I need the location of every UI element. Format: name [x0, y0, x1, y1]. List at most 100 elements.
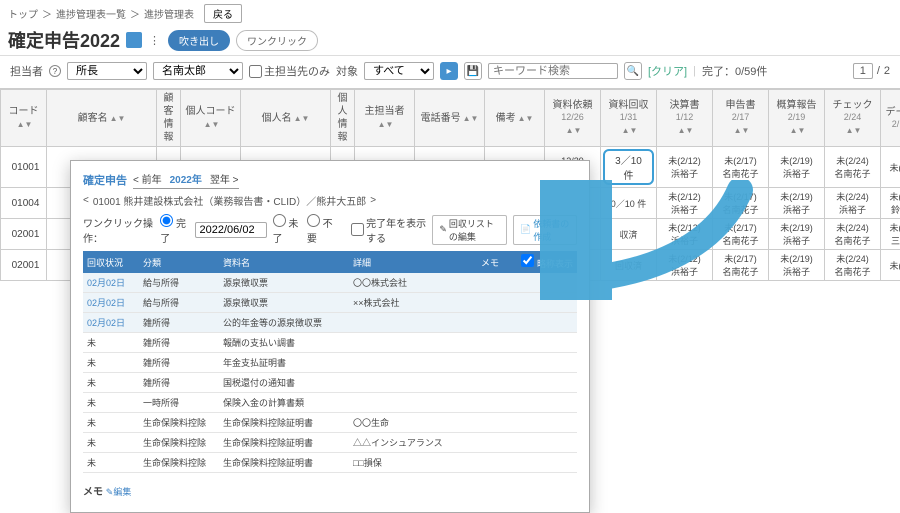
cell-task[interactable]: 3／10 件 [601, 147, 657, 188]
sort-icon[interactable]: ▲▼ [463, 114, 479, 124]
cell-code[interactable]: 01001 [1, 147, 47, 188]
clear-link[interactable]: [クリア] [648, 63, 687, 79]
sort-icon[interactable]: ▲▼ [294, 114, 310, 124]
recovery-row[interactable]: 02月02日雑所得公的年金等の源泉徴収票 [83, 313, 577, 333]
recov-status[interactable]: 未 [83, 333, 139, 353]
recov-memo[interactable] [477, 333, 517, 353]
sort-icon[interactable]: ▲▼ [518, 114, 534, 124]
recov-status[interactable]: 未 [83, 393, 139, 413]
recov-status[interactable]: 02月02日 [83, 293, 139, 313]
cell-task[interactable]: 未(2/17)名南花子 [713, 250, 769, 281]
cell-task[interactable]: 未(2/24)名南花子 [825, 250, 881, 281]
col-report[interactable]: 決算書1/12▲▼ [657, 90, 713, 147]
cell-task[interactable]: 未(2/19)浜裕子 [769, 250, 825, 281]
back-button[interactable]: 戻る [204, 4, 242, 23]
cell-task[interactable]: 未(2/19)浜裕子 [769, 147, 825, 188]
col-note[interactable]: 備考▲▼ [485, 90, 545, 147]
recovery-row[interactable]: 02月02日給与所得源泉徴収票〇〇株式会社 [83, 273, 577, 293]
recovery-row[interactable]: 未生命保険料控除生命保険料控除証明書〇〇生命 [83, 413, 577, 433]
cell-code[interactable]: 02001 [1, 250, 47, 281]
cell-code[interactable]: 02001 [1, 219, 47, 250]
recov-memo[interactable] [477, 393, 517, 413]
main-only-checkbox-input[interactable] [249, 65, 262, 78]
cell-task[interactable]: 未(2/12)浜裕子 [657, 219, 713, 250]
cell-task[interactable]: 回収済 [601, 250, 657, 281]
save-filter-button[interactable]: 💾 [464, 62, 482, 80]
recovery-row[interactable]: 未一時所得保険入金の計算書類 [83, 393, 577, 413]
recov-memo[interactable] [477, 433, 517, 453]
staff-select[interactable]: 名南太郎 [153, 62, 243, 80]
col-estimate[interactable]: 概算報告2/19▲▼ [769, 90, 825, 147]
recov-memo[interactable] [477, 453, 517, 473]
recov-status[interactable]: 未 [83, 353, 139, 373]
recov-status[interactable]: 未 [83, 413, 139, 433]
cell-task[interactable]: 未(2/17)名南花子 [713, 188, 769, 219]
radio-done[interactable]: 完了 [160, 214, 188, 245]
col-recov[interactable]: 資料回収1/31▲▼ [601, 90, 657, 147]
cell-task[interactable]: 未(三 [881, 219, 900, 250]
recov-memo[interactable] [477, 293, 517, 313]
col-pcode[interactable]: 個人コード▲▼ [181, 90, 241, 147]
prev-year-tab[interactable]: < 前年 [133, 171, 162, 186]
cell-task[interactable]: 未(2/17)名南花子 [713, 219, 769, 250]
col-custname[interactable]: 顧客名▲▼ [47, 90, 157, 147]
recov-memo[interactable] [477, 353, 517, 373]
recovery-row[interactable]: 未雑所得年金支払証明書 [83, 353, 577, 373]
cell-task[interactable]: 収済 [601, 219, 657, 250]
next-year-tab[interactable]: 翌年 > [210, 171, 239, 186]
search-input[interactable] [488, 63, 618, 79]
recov-memo[interactable] [477, 273, 517, 293]
memo-edit-link[interactable]: ✎編集 [106, 487, 132, 497]
main-only-checkbox[interactable]: 主担当先のみ [249, 63, 330, 79]
cell-task[interactable]: 未(2/19)浜裕子 [769, 219, 825, 250]
cell-task[interactable]: 未( [881, 147, 900, 188]
pop-th-abbrev[interactable]: 略称表示 [517, 251, 577, 273]
done-date-input[interactable] [195, 222, 267, 238]
cell-task[interactable]: 未(2/12)浜裕子 [657, 147, 713, 188]
col-check[interactable]: チェック2/24▲▼ [825, 90, 881, 147]
col-data[interactable]: デー2/ [881, 90, 900, 147]
radio-na[interactable]: 不要 [307, 214, 335, 245]
cell-task[interactable]: 0／10 件 [601, 188, 657, 219]
cell-task[interactable]: 未(2/24)名南花子 [825, 219, 881, 250]
recov-status[interactable]: 未 [83, 453, 139, 473]
create-request-button[interactable]: 📄依頼書の作成 [513, 215, 577, 245]
search-button[interactable]: 🔍 [624, 62, 642, 80]
title-indicator-icon[interactable] [126, 32, 142, 48]
cell-task[interactable]: 未(2/12)浜裕子 [657, 250, 713, 281]
sort-icon[interactable]: ▲▼ [204, 120, 220, 130]
cell-task[interactable]: 未(鈴 [881, 188, 900, 219]
cell-task[interactable]: 未(2/12)浜裕子 [657, 188, 713, 219]
crumb-list[interactable]: 進捗管理表一覧 [56, 6, 126, 21]
cell-task[interactable]: 未(2/19)浜裕子 [769, 188, 825, 219]
oneclick-toggle-button[interactable]: ワンクリック [236, 30, 318, 51]
col-req[interactable]: 資料依頼12/26▲▼ [545, 90, 601, 147]
col-code[interactable]: コード▲▼ [1, 90, 47, 147]
sort-icon[interactable]: ▲▼ [378, 120, 394, 130]
sort-icon[interactable]: ▲▼ [17, 120, 33, 130]
sort-icon[interactable]: ▲▼ [110, 114, 126, 124]
more-icon[interactable]: ⋮ [148, 34, 162, 47]
col-pname[interactable]: 個人名▲▼ [241, 90, 331, 147]
role-select[interactable]: 所長 [67, 62, 147, 80]
cell-task[interactable]: 未(2/17)名南花子 [713, 147, 769, 188]
cell-task[interactable]: 未(2/24)名南花子 [825, 147, 881, 188]
cell-task[interactable]: 未(2/24)浜裕子 [825, 188, 881, 219]
recovery-row[interactable]: 未生命保険料控除生命保険料控除証明書△△インシュアランス [83, 433, 577, 453]
recov-memo[interactable] [477, 313, 517, 333]
cell-task[interactable]: 未( [881, 250, 900, 281]
col-owner[interactable]: 主担当者▲▼ [355, 90, 415, 147]
recov-status[interactable]: 02月02日 [83, 313, 139, 333]
recovery-row[interactable]: 未生命保険料控除生命保険料控除証明書□□損保 [83, 453, 577, 473]
recovery-row[interactable]: 未雑所得国税還付の通知書 [83, 373, 577, 393]
recov-memo[interactable] [477, 413, 517, 433]
col-return[interactable]: 申告書2/17▲▼ [713, 90, 769, 147]
recov-status[interactable]: 未 [83, 373, 139, 393]
recov-status[interactable]: 02月02日 [83, 273, 139, 293]
recovery-row[interactable]: 未雑所得報酬の支払い調書 [83, 333, 577, 353]
radio-notdone[interactable]: 未了 [273, 214, 301, 245]
show-done-checkbox[interactable]: 完了年を表示する [351, 215, 426, 245]
recovery-row[interactable]: 02月02日給与所得源泉徴収票××株式会社 [83, 293, 577, 313]
info-icon[interactable]: ? [49, 65, 61, 77]
target-select[interactable]: すべて [364, 62, 434, 80]
